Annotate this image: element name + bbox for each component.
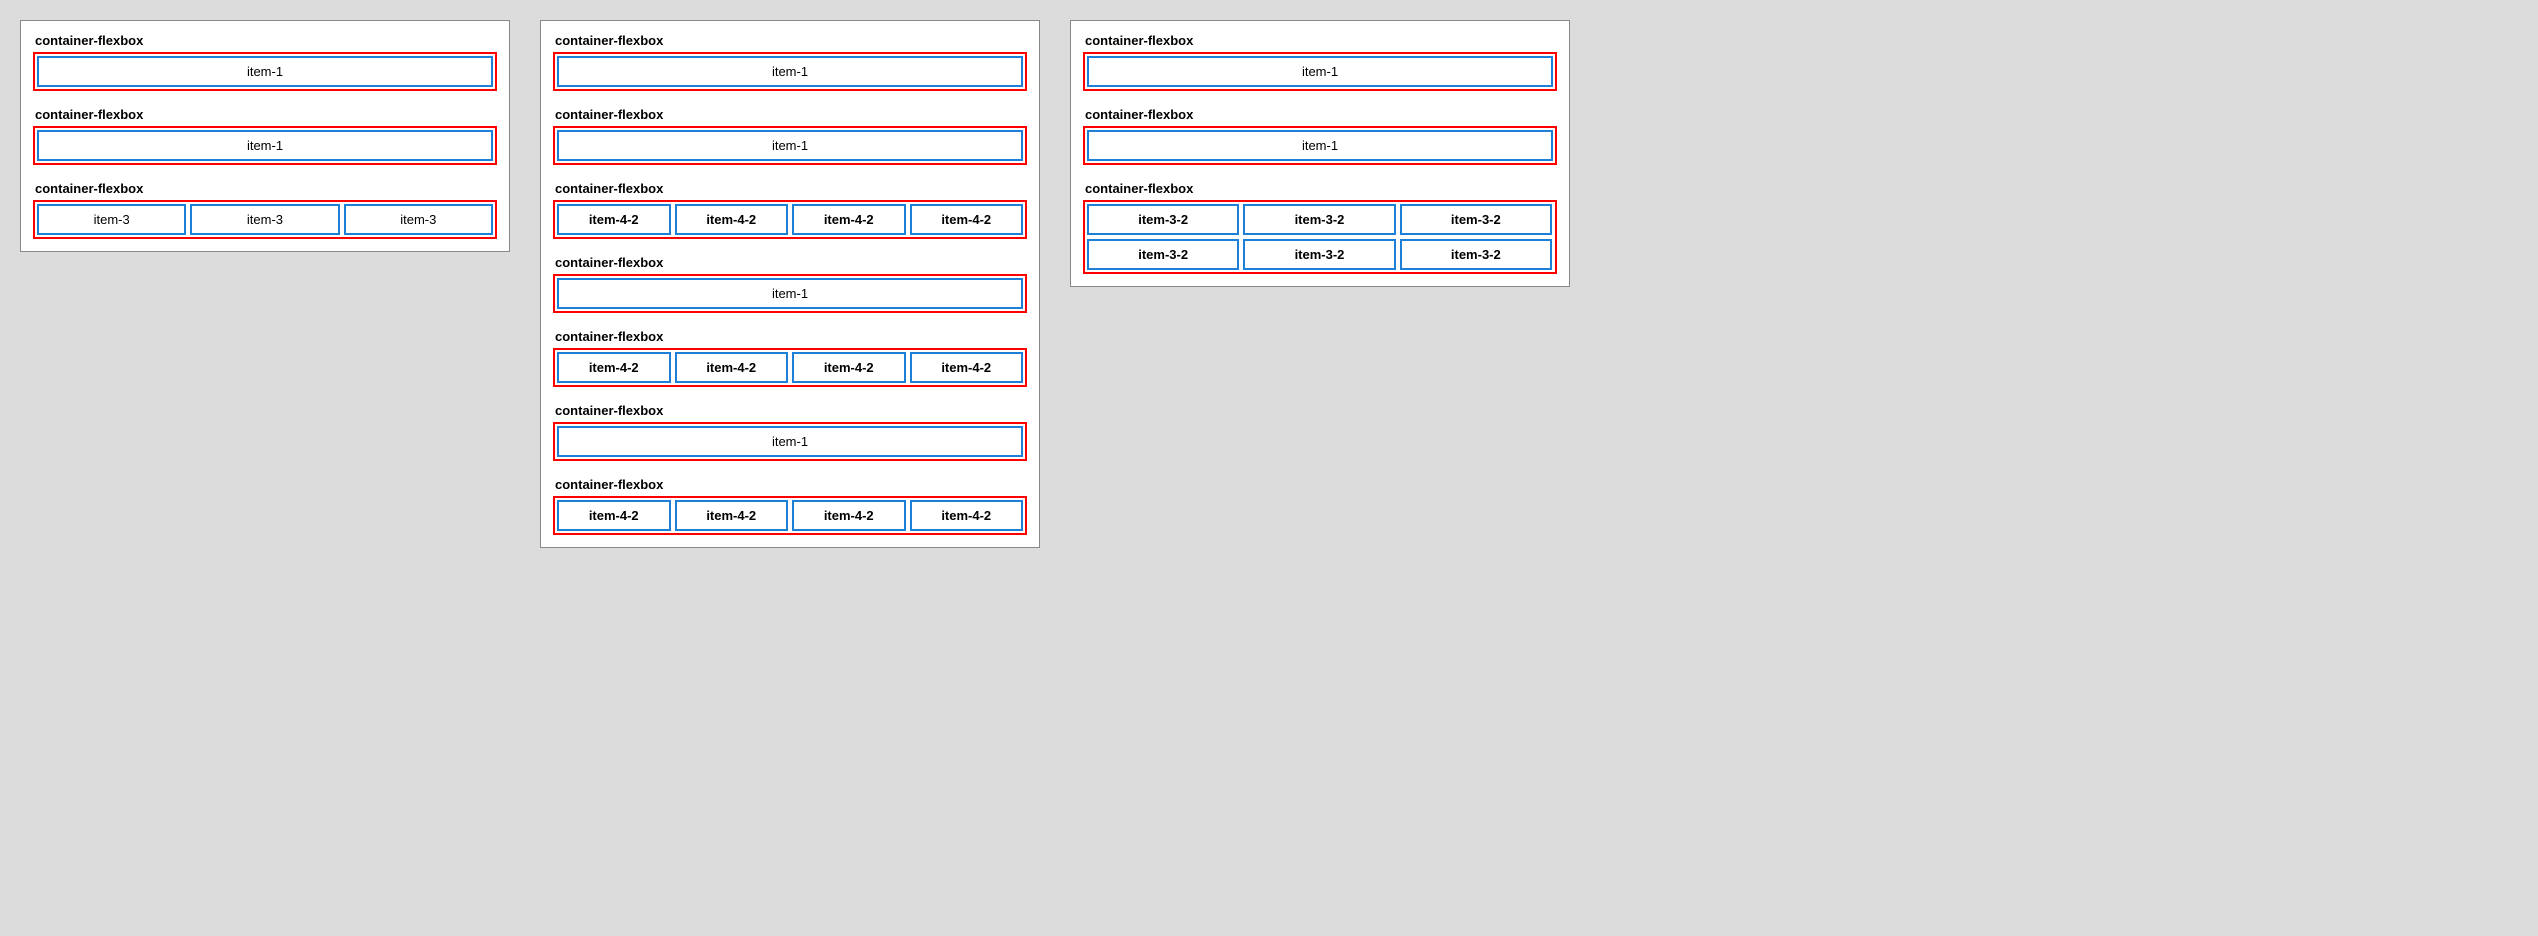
flex-item: item-1 — [557, 426, 1023, 457]
flex-item: item-1 — [557, 278, 1023, 309]
flex-item: item-3 — [190, 204, 339, 235]
group-label: container-flexbox — [553, 329, 1027, 344]
container-flexbox: item-4-2 item-4-2 item-4-2 item-4-2 — [553, 496, 1027, 535]
group: container-flexbox item-4-2 item-4-2 item… — [553, 181, 1027, 239]
container-flexbox: item-3-2 item-3-2 item-3-2 item-3-2 item… — [1083, 200, 1557, 274]
container-flexbox: item-1 — [1083, 52, 1557, 91]
group: container-flexbox item-1 — [33, 33, 497, 91]
flex-item: item-4-2 — [910, 500, 1024, 531]
group-label: container-flexbox — [553, 107, 1027, 122]
flex-item: item-4-2 — [675, 352, 789, 383]
flex-item: item-4-2 — [792, 204, 906, 235]
group-label: container-flexbox — [553, 255, 1027, 270]
group-label: container-flexbox — [1083, 107, 1557, 122]
group-label: container-flexbox — [1083, 33, 1557, 48]
group-label: container-flexbox — [33, 107, 497, 122]
container-flexbox: item-1 — [553, 126, 1027, 165]
flex-item: item-3-2 — [1087, 239, 1239, 270]
group: container-flexbox item-1 — [553, 33, 1027, 91]
group: container-flexbox item-1 — [553, 107, 1027, 165]
flex-item: item-4-2 — [792, 500, 906, 531]
flex-item: item-4-2 — [557, 352, 671, 383]
flex-item: item-1 — [37, 130, 493, 161]
panel-left: container-flexbox item-1 container-flexb… — [20, 20, 510, 252]
group: container-flexbox item-1 — [1083, 33, 1557, 91]
container-flexbox: item-4-2 item-4-2 item-4-2 item-4-2 — [553, 200, 1027, 239]
container-flexbox: item-1 — [1083, 126, 1557, 165]
container-flexbox: item-1 — [553, 422, 1027, 461]
flex-item: item-4-2 — [675, 204, 789, 235]
flex-item: item-4-2 — [910, 204, 1024, 235]
flex-item: item-4-2 — [910, 352, 1024, 383]
panel-center: container-flexbox item-1 container-flexb… — [540, 20, 1040, 548]
flex-item: item-1 — [557, 130, 1023, 161]
flex-item: item-1 — [557, 56, 1023, 87]
group-label: container-flexbox — [33, 33, 497, 48]
flex-item: item-4-2 — [792, 352, 906, 383]
group-label: container-flexbox — [553, 181, 1027, 196]
container-flexbox: item-1 — [553, 52, 1027, 91]
flex-item: item-3 — [37, 204, 186, 235]
flex-item: item-1 — [1087, 56, 1553, 87]
group-label: container-flexbox — [553, 477, 1027, 492]
group-label: container-flexbox — [553, 403, 1027, 418]
group: container-flexbox item-4-2 item-4-2 item… — [553, 477, 1027, 535]
container-flexbox: item-1 — [33, 52, 497, 91]
flex-item: item-3-2 — [1400, 239, 1552, 270]
group: container-flexbox item-1 — [1083, 107, 1557, 165]
group: container-flexbox item-3-2 item-3-2 item… — [1083, 181, 1557, 274]
flex-item: item-3-2 — [1400, 204, 1552, 235]
flex-item: item-1 — [1087, 130, 1553, 161]
flex-item: item-4-2 — [557, 500, 671, 531]
container-flexbox: item-1 — [33, 126, 497, 165]
group: container-flexbox item-1 — [553, 255, 1027, 313]
flex-item: item-3-2 — [1243, 239, 1395, 270]
flex-item: item-4-2 — [557, 204, 671, 235]
group-label: container-flexbox — [1083, 181, 1557, 196]
flex-item: item-3 — [344, 204, 493, 235]
container-flexbox: item-3 item-3 item-3 — [33, 200, 497, 239]
flex-item: item-4-2 — [675, 500, 789, 531]
group: container-flexbox item-1 — [553, 403, 1027, 461]
group: container-flexbox item-3 item-3 item-3 — [33, 181, 497, 239]
container-flexbox: item-4-2 item-4-2 item-4-2 item-4-2 — [553, 348, 1027, 387]
group-label: container-flexbox — [33, 181, 497, 196]
flex-item: item-3-2 — [1243, 204, 1395, 235]
container-flexbox: item-1 — [553, 274, 1027, 313]
group: container-flexbox item-4-2 item-4-2 item… — [553, 329, 1027, 387]
flex-item: item-1 — [37, 56, 493, 87]
group: container-flexbox item-1 — [33, 107, 497, 165]
group-label: container-flexbox — [553, 33, 1027, 48]
panel-right: container-flexbox item-1 container-flexb… — [1070, 20, 1570, 287]
flex-item: item-3-2 — [1087, 204, 1239, 235]
